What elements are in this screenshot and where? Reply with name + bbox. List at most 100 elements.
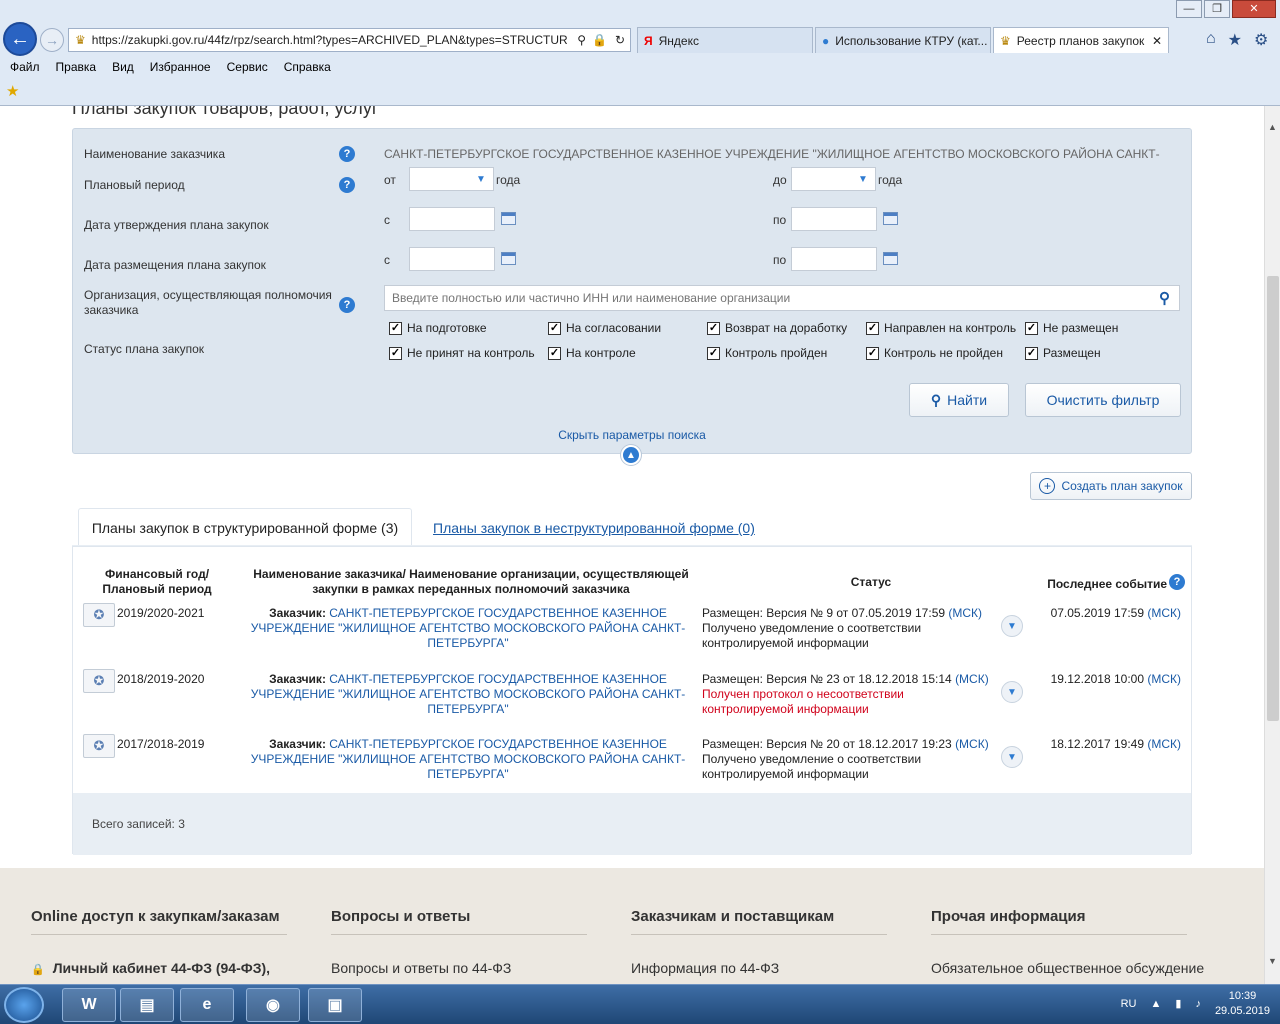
hide-search-params-link[interactable]: Скрыть параметры поиска — [73, 428, 1191, 442]
word-icon[interactable]: W — [62, 988, 116, 1022]
msk-label: (МСК) — [955, 672, 989, 686]
gear-icon[interactable]: ⚙ — [1254, 30, 1268, 50]
chevron-down-icon[interactable]: ▼ — [1268, 956, 1277, 966]
posting-date-to-input[interactable] — [791, 247, 877, 271]
forward-button[interactable]: → — [40, 28, 64, 52]
internet-explorer-icon[interactable]: e — [180, 988, 234, 1022]
help-icon[interactable]: ? — [339, 297, 355, 313]
checkbox-label: На согласовании — [566, 321, 662, 335]
tab-yandex[interactable]: Я Яндекс — [637, 27, 813, 53]
status-checkbox-approval[interactable]: ✓ На согласовании — [548, 321, 661, 335]
tab-plans-registry[interactable]: ♛ Реестр планов закупок ✕ — [993, 27, 1169, 53]
calendar-icon[interactable] — [501, 252, 516, 265]
checkbox-checked-icon[interactable]: ✓ — [548, 321, 561, 335]
posting-date-from-input[interactable] — [409, 247, 495, 271]
find-button[interactable]: ⚲ Найти — [909, 383, 1009, 417]
search-icon[interactable]: ⚲ — [1159, 289, 1170, 307]
language-indicator[interactable]: RU — [1121, 997, 1137, 1012]
help-icon[interactable]: ? — [339, 146, 355, 162]
customer-value[interactable]: САНКТ-ПЕТЕРБУРГСКОЕ ГОСУДАРСТВЕННОЕ КАЗЕ… — [384, 147, 1182, 161]
status-checkbox-posted[interactable]: ✓ Размещен — [1025, 346, 1101, 360]
help-icon[interactable]: ? — [339, 177, 355, 193]
status-checkbox-not-accepted[interactable]: ✓ Не принят на контроль — [389, 346, 535, 360]
folder-icon[interactable]: ▤ — [120, 988, 174, 1022]
checkbox-checked-icon[interactable]: ✓ — [866, 321, 879, 335]
column-header-last-event: Последнее событие — [1047, 577, 1167, 591]
status-checkbox-preparing[interactable]: ✓ На подготовке — [389, 321, 487, 335]
address-url[interactable]: https://zakupki.gov.ru/44fz/rpz/search.h… — [86, 33, 574, 47]
calendar-icon[interactable] — [501, 212, 516, 225]
period-to-select[interactable]: ▼ — [791, 167, 876, 191]
menu-view[interactable]: Вид — [112, 60, 134, 74]
tab-unstructured-plans[interactable]: Планы закупок в неструктурированной форм… — [433, 520, 755, 536]
status-checkbox-returned[interactable]: ✓ Возврат на доработку — [707, 321, 847, 335]
windows-start-icon[interactable] — [4, 987, 44, 1023]
organization-search-input[interactable] — [384, 285, 1180, 311]
network-icon[interactable]: ▮ — [1175, 997, 1181, 1012]
clock[interactable]: 10:39 29.05.2019 — [1215, 989, 1270, 1019]
help-icon[interactable]: ? — [1169, 574, 1185, 590]
certificate-icon[interactable]: ✪ — [83, 603, 115, 627]
create-plan-button[interactable]: + Создать план закупок — [1030, 472, 1192, 500]
status-checkbox-control-passed[interactable]: ✓ Контроль пройден — [707, 346, 827, 360]
minimize-icon[interactable]: — — [1176, 0, 1202, 18]
checkbox-checked-icon[interactable]: ✓ — [707, 321, 720, 335]
certificate-icon[interactable]: ✪ — [83, 669, 115, 693]
status-checkbox-on-control[interactable]: ✓ На контроле — [548, 346, 636, 360]
calendar-icon[interactable] — [883, 252, 898, 265]
close-tab-icon[interactable]: ✕ — [1152, 34, 1162, 48]
home-icon[interactable]: ⌂ — [1206, 30, 1216, 50]
period-from-select[interactable]: ▼ — [409, 167, 494, 191]
row-year: 2019/2020-2021 — [117, 606, 205, 620]
restore-icon[interactable]: ❐ — [1204, 0, 1230, 18]
checkbox-checked-icon[interactable]: ✓ — [389, 346, 402, 360]
back-button[interactable]: ← — [3, 22, 37, 56]
tab-ktru[interactable]: ● Использование КТРУ (кат... — [815, 27, 991, 53]
favorites-star-icon[interactable]: ★ — [6, 82, 19, 100]
calendar-icon[interactable] — [883, 212, 898, 225]
app-icon[interactable]: ▣ — [308, 988, 362, 1022]
certificate-icon[interactable]: ✪ — [83, 734, 115, 758]
checkbox-checked-icon[interactable]: ✓ — [1025, 346, 1038, 360]
chevron-up-icon[interactable]: ▲ — [621, 445, 641, 465]
checkbox-checked-icon[interactable]: ✓ — [548, 346, 561, 360]
footer-link-info[interactable]: Информация по 44-ФЗ — [631, 960, 779, 976]
checkbox-checked-icon[interactable]: ✓ — [866, 346, 879, 360]
menu-edit[interactable]: Правка — [56, 60, 97, 74]
chevron-down-icon[interactable]: ▼ — [1001, 615, 1023, 637]
checkbox-checked-icon[interactable]: ✓ — [1025, 321, 1038, 335]
row-customer: Заказчик: САНКТ-ПЕТЕРБУРГСКОЕ ГОСУДАРСТВ… — [237, 672, 699, 717]
footer-link-discussion[interactable]: Обязательное общественное обсуждение — [931, 960, 1204, 976]
checkbox-checked-icon[interactable]: ✓ — [389, 321, 402, 335]
refresh-icon[interactable]: ↻ — [610, 33, 630, 47]
chevron-up-icon[interactable]: ▲ — [1268, 122, 1277, 132]
chrome-icon[interactable]: ◉ — [246, 988, 300, 1022]
menu-favorites[interactable]: Избранное — [150, 60, 211, 74]
approval-date-from-input[interactable] — [409, 207, 495, 231]
tray-arrow-icon[interactable]: ▲ — [1150, 997, 1161, 1012]
close-window-icon[interactable]: ✕ — [1232, 0, 1276, 18]
tab-label: Яндекс — [658, 33, 699, 48]
footer-link-cabinet[interactable]: 🔒 Личный кабинет 44-ФЗ (94-ФЗ), — [31, 960, 270, 976]
menu-file[interactable]: Файл — [10, 60, 40, 74]
status-checkbox-control-failed[interactable]: ✓ Контроль не пройден — [866, 346, 1003, 360]
menu-help[interactable]: Справка — [284, 60, 331, 74]
menu-tools[interactable]: Сервис — [227, 60, 268, 74]
volume-icon[interactable]: ♪ — [1195, 997, 1201, 1012]
clear-filter-button[interactable]: Очистить фильтр — [1025, 383, 1181, 417]
search-icon[interactable]: ⚲ — [574, 33, 589, 47]
chevron-down-icon[interactable]: ▼ — [1001, 746, 1023, 768]
status-checkbox-not-posted[interactable]: ✓ Не размещен — [1025, 321, 1118, 335]
footer-link-qa[interactable]: Вопросы и ответы по 44-ФЗ — [331, 960, 511, 976]
tab-structured-plans[interactable]: Планы закупок в структурированной форме … — [78, 508, 412, 546]
status-checkbox-sent-to-control[interactable]: ✓ Направлен на контроль — [866, 321, 1016, 335]
scrollbar-thumb[interactable] — [1267, 276, 1279, 721]
chevron-down-icon[interactable]: ▼ — [1001, 681, 1023, 703]
checkbox-label: Контроль пройден — [725, 346, 828, 360]
address-bar[interactable]: ♛ https://zakupki.gov.ru/44fz/rpz/search… — [68, 28, 631, 52]
star-icon[interactable]: ★ — [1228, 30, 1242, 50]
footer-title-customers: Заказчикам и поставщикам — [631, 908, 835, 925]
checkbox-checked-icon[interactable]: ✓ — [707, 346, 720, 360]
approval-date-to-input[interactable] — [791, 207, 877, 231]
vertical-scrollbar[interactable]: ▲ ▼ — [1264, 106, 1280, 984]
